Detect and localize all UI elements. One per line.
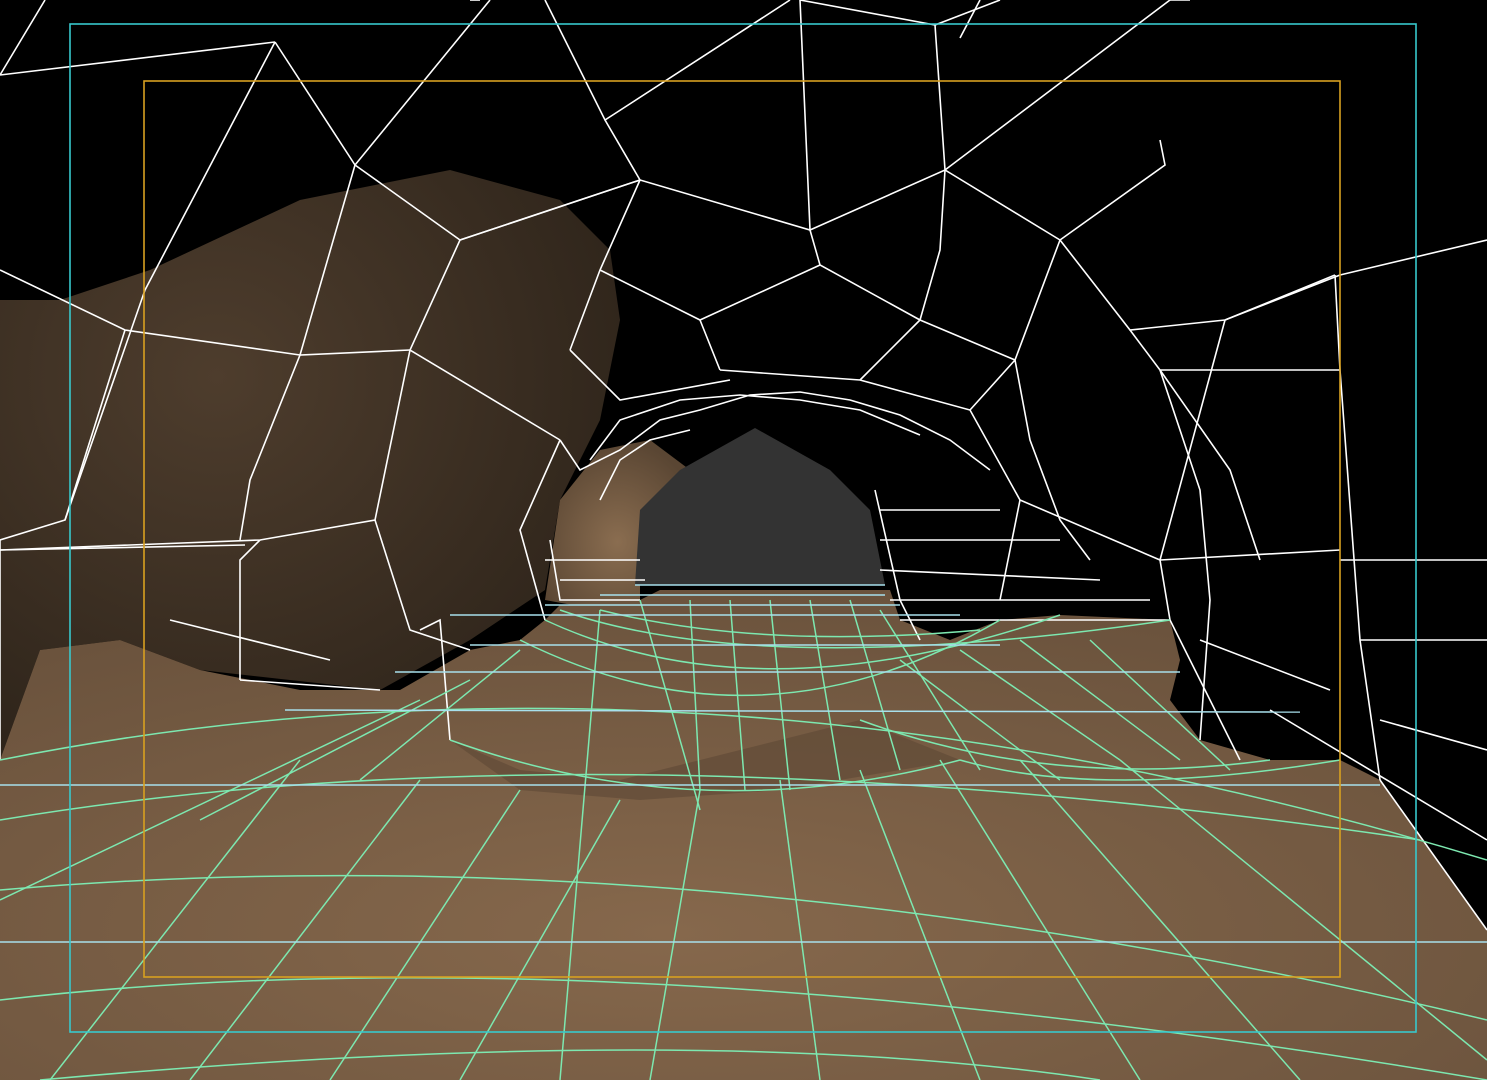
wall-edge bbox=[879, 569, 1101, 581]
wall-edge bbox=[1159, 369, 1261, 561]
wall-edge bbox=[1339, 239, 1487, 276]
wall-edge bbox=[809, 169, 1061, 241]
wall-edge bbox=[1159, 319, 1226, 561]
wall-edge bbox=[1199, 639, 1331, 691]
wall-edge bbox=[0, 0, 46, 76]
wall-edge bbox=[1059, 139, 1166, 241]
wall-edge bbox=[919, 169, 946, 321]
wall-edge bbox=[699, 319, 721, 371]
wall-edge bbox=[699, 264, 821, 321]
wall-edge bbox=[1159, 549, 1341, 561]
wall-edge bbox=[959, 0, 981, 39]
shaded-surfaces bbox=[0, 170, 1487, 1080]
tunnel-end-opening bbox=[635, 428, 885, 585]
wall-edge bbox=[1059, 239, 1341, 331]
wall-edge bbox=[604, 0, 811, 232]
wall-edge bbox=[274, 41, 356, 166]
wall-edge bbox=[969, 239, 1061, 411]
wall-edge bbox=[919, 319, 1016, 361]
wall-edge bbox=[799, 0, 1171, 172]
wall-edge bbox=[544, 0, 791, 122]
wall-edge bbox=[1014, 359, 1091, 561]
cave-tunnel-scene[interactable] bbox=[0, 0, 1487, 1080]
wall-edge bbox=[1334, 274, 1381, 781]
wall-edge bbox=[1379, 719, 1487, 751]
wall-edge bbox=[999, 499, 1021, 601]
wall-edge bbox=[934, 0, 1001, 26]
wall-edge bbox=[809, 229, 921, 321]
wall-edge bbox=[859, 319, 921, 381]
wall-edge bbox=[0, 41, 276, 76]
wall-edge bbox=[1224, 274, 1336, 321]
3d-viewport[interactable] bbox=[0, 0, 1487, 1080]
